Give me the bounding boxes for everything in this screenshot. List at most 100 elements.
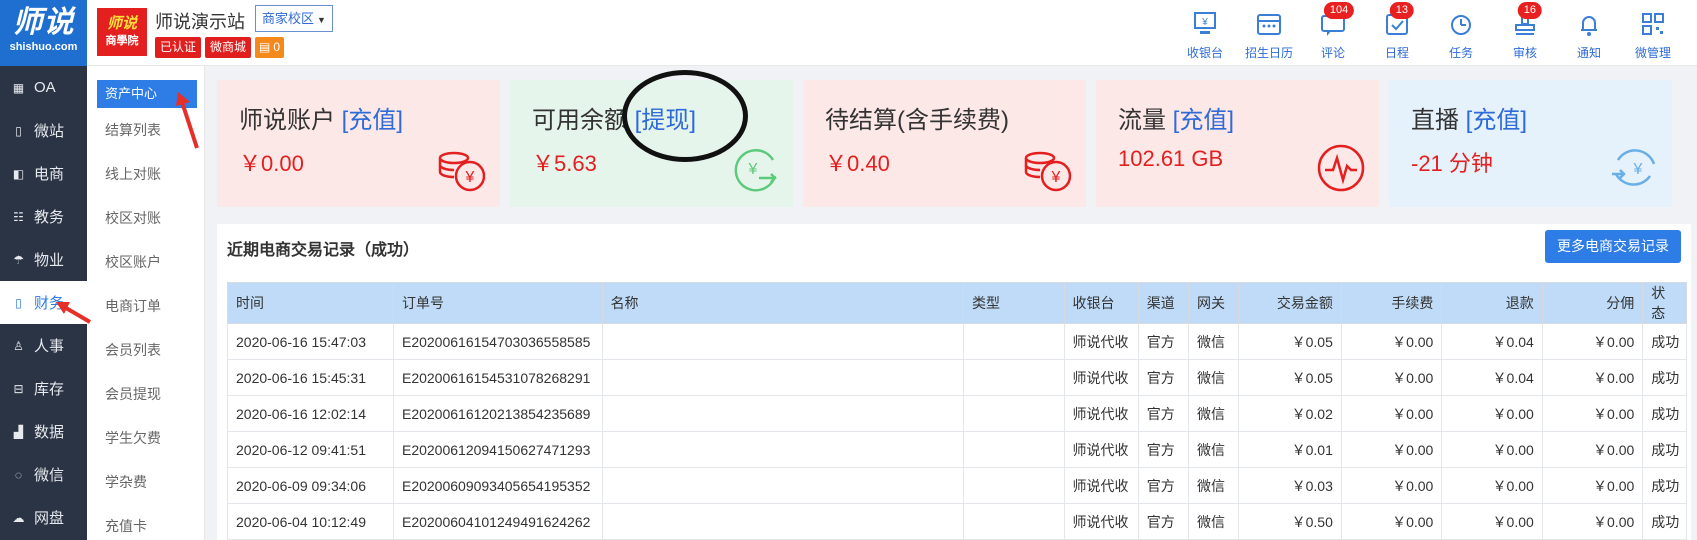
column-header[interactable]: 名称: [601, 282, 965, 324]
column-header[interactable]: 类型: [963, 282, 1065, 324]
column-header[interactable]: 网关: [1187, 282, 1240, 324]
nav-item-9[interactable]: ◌ 微信: [0, 453, 87, 496]
withdraw-icon: ¥: [729, 142, 781, 194]
cashier-icon: ¥: [1191, 10, 1219, 38]
card-value: ￥5.63: [532, 151, 597, 176]
column-header[interactable]: 时间: [227, 282, 394, 324]
submenu-item-1[interactable]: 结算列表: [87, 108, 204, 152]
card-title: 流量 [充值]: [1118, 100, 1234, 135]
nav-item-10[interactable]: ☁ 网盘: [0, 496, 87, 539]
card-action-link[interactable]: [提现]: [635, 107, 696, 134]
card-value: -21 分钟: [1411, 151, 1493, 176]
tool-calendar[interactable]: 招生日历: [1237, 0, 1301, 66]
table-cell: 师说代收: [1063, 431, 1139, 468]
tool-schedule[interactable]: 日程 13: [1365, 0, 1429, 66]
table-cell: E20200612094150627471293: [392, 431, 603, 468]
column-header[interactable]: 退款: [1441, 282, 1543, 324]
table-cell: [601, 431, 965, 468]
card-action-link[interactable]: [充值]: [342, 107, 403, 134]
submenu-item-8[interactable]: 学生欠费: [87, 416, 204, 460]
nav-item-3[interactable]: ☷ 教务: [0, 195, 87, 238]
coins-icon: ¥: [436, 142, 488, 194]
table-cell: [963, 395, 1065, 432]
table-cell: ￥0.00: [1340, 503, 1443, 540]
tool-comment[interactable]: 评论 104: [1301, 0, 1365, 66]
nav-item-label: 数据: [34, 424, 65, 441]
campus-select[interactable]: 商家校区 ▼: [255, 5, 333, 32]
table-cell: [601, 467, 965, 504]
table-cell: ￥0.50: [1238, 503, 1342, 540]
nav-item-5[interactable]: ▯ 财务: [0, 281, 87, 324]
coins-tag[interactable]: ▤ 0: [255, 37, 285, 58]
column-header[interactable]: 交易金额: [1238, 282, 1342, 324]
card-action-link[interactable]: [充值]: [1173, 107, 1234, 134]
nav-item-label: 人事: [34, 338, 65, 355]
nav-item-label: 财务: [34, 295, 65, 312]
column-header[interactable]: 订单号: [392, 282, 603, 324]
table-cell: 成功: [1642, 395, 1687, 432]
table-cell: [963, 359, 1065, 396]
column-header[interactable]: 状态: [1642, 282, 1687, 324]
card-title: 待结算(含手续费): [825, 100, 1009, 135]
table-row[interactable]: 2020-06-09 09:34:06 E20200609093405654195…: [227, 467, 1687, 504]
tablet-icon: ▯: [15, 123, 22, 138]
submenu-item-3[interactable]: 校区对账: [87, 196, 204, 240]
submenu-item-0[interactable]: 资产中心: [97, 80, 197, 108]
table-cell: 2020-06-04 10:12:49: [227, 503, 394, 540]
card-title-text: 可用余额: [532, 107, 628, 134]
nav-item-2[interactable]: ◧ 电商: [0, 152, 87, 195]
asset-card-1: 可用余额 [提现] ￥5.63 ¥: [510, 80, 793, 207]
nav-item-0[interactable]: ▦ OA: [0, 66, 87, 109]
submenu-item-4[interactable]: 校区账户: [87, 240, 204, 284]
submenu-item-6[interactable]: 会员列表: [87, 328, 204, 372]
card-value: ￥0.00: [239, 151, 304, 176]
card-title: 师说账户 [充值]: [239, 100, 403, 135]
asset-cards: 师说账户 [充值] ￥0.00 ¥ 可用余额 [提现] ￥5.63 ¥ 待结算(含手续费) ￥…: [217, 80, 1672, 207]
column-header[interactable]: 收银台: [1063, 282, 1139, 324]
table-cell: 官方: [1137, 467, 1189, 504]
submenu-item-10[interactable]: 充值卡: [87, 504, 204, 540]
table-row[interactable]: 2020-06-04 10:12:49 E20200604101249491624…: [227, 503, 1687, 540]
table-cell: 成功: [1642, 323, 1687, 360]
table-cell: E20200609093405654195352: [392, 467, 603, 504]
book-icon: ▯: [15, 295, 22, 310]
table-cell: ￥0.00: [1441, 467, 1543, 504]
column-header[interactable]: 手续费: [1340, 282, 1443, 324]
asset-card-4: 直播 [充值] -21 分钟 ¥: [1389, 80, 1672, 207]
verified-tag[interactable]: 已认证: [155, 37, 202, 58]
column-header[interactable]: 渠道: [1137, 282, 1189, 324]
table-cell: ￥0.00: [1340, 323, 1443, 360]
nav-item-1[interactable]: ▯ 微站: [0, 109, 87, 152]
tool-stamp[interactable]: 审核 16: [1493, 0, 1557, 66]
tool-bell[interactable]: 通知: [1557, 0, 1621, 66]
table-cell: 官方: [1137, 395, 1189, 432]
table-cell: [601, 323, 965, 360]
table-cell: ￥0.00: [1541, 359, 1644, 396]
submenu-item-9[interactable]: 学杂费: [87, 460, 204, 504]
nav-item-6[interactable]: ♙ 人事: [0, 324, 87, 367]
tool-cashier[interactable]: ¥ 收银台: [1173, 0, 1237, 66]
table-cell: 成功: [1642, 467, 1687, 504]
nav-item-4[interactable]: ☂ 物业: [0, 238, 87, 281]
tool-qrcode[interactable]: 微管理: [1621, 0, 1685, 66]
submenu-item-5[interactable]: 电商订单: [87, 284, 204, 328]
nav-item-8[interactable]: ▟ 数据: [0, 410, 87, 453]
table-row[interactable]: 2020-06-16 15:47:03 E20200616154703036558…: [227, 323, 1687, 360]
card-action-link[interactable]: [充值]: [1466, 107, 1527, 134]
nav-item-label: 微信: [34, 467, 65, 484]
more-records-button[interactable]: 更多电商交易记录: [1545, 230, 1681, 263]
table-row[interactable]: 2020-06-12 09:41:51 E20200612094150627471…: [227, 431, 1687, 468]
submenu-item-7[interactable]: 会员提现: [87, 372, 204, 416]
svg-text:¥: ¥: [465, 169, 475, 186]
submenu-item-2[interactable]: 线上对账: [87, 152, 204, 196]
asset-card-0: 师说账户 [充值] ￥0.00 ¥: [217, 80, 500, 207]
table-row[interactable]: 2020-06-16 12:02:14 E20200616120213854235…: [227, 395, 1687, 432]
shop-tag[interactable]: 微商城: [205, 37, 252, 58]
app-logo[interactable]: 师说 shishuo.com: [0, 0, 87, 66]
table-row[interactable]: 2020-06-16 15:45:31 E20200616154531078268…: [227, 359, 1687, 396]
table-cell: ￥0.00: [1340, 359, 1443, 396]
column-header[interactable]: 分佣: [1541, 282, 1644, 324]
tool-task[interactable]: 任务: [1429, 0, 1493, 66]
table-cell: [963, 323, 1065, 360]
nav-item-7[interactable]: ⊟ 库存: [0, 367, 87, 410]
